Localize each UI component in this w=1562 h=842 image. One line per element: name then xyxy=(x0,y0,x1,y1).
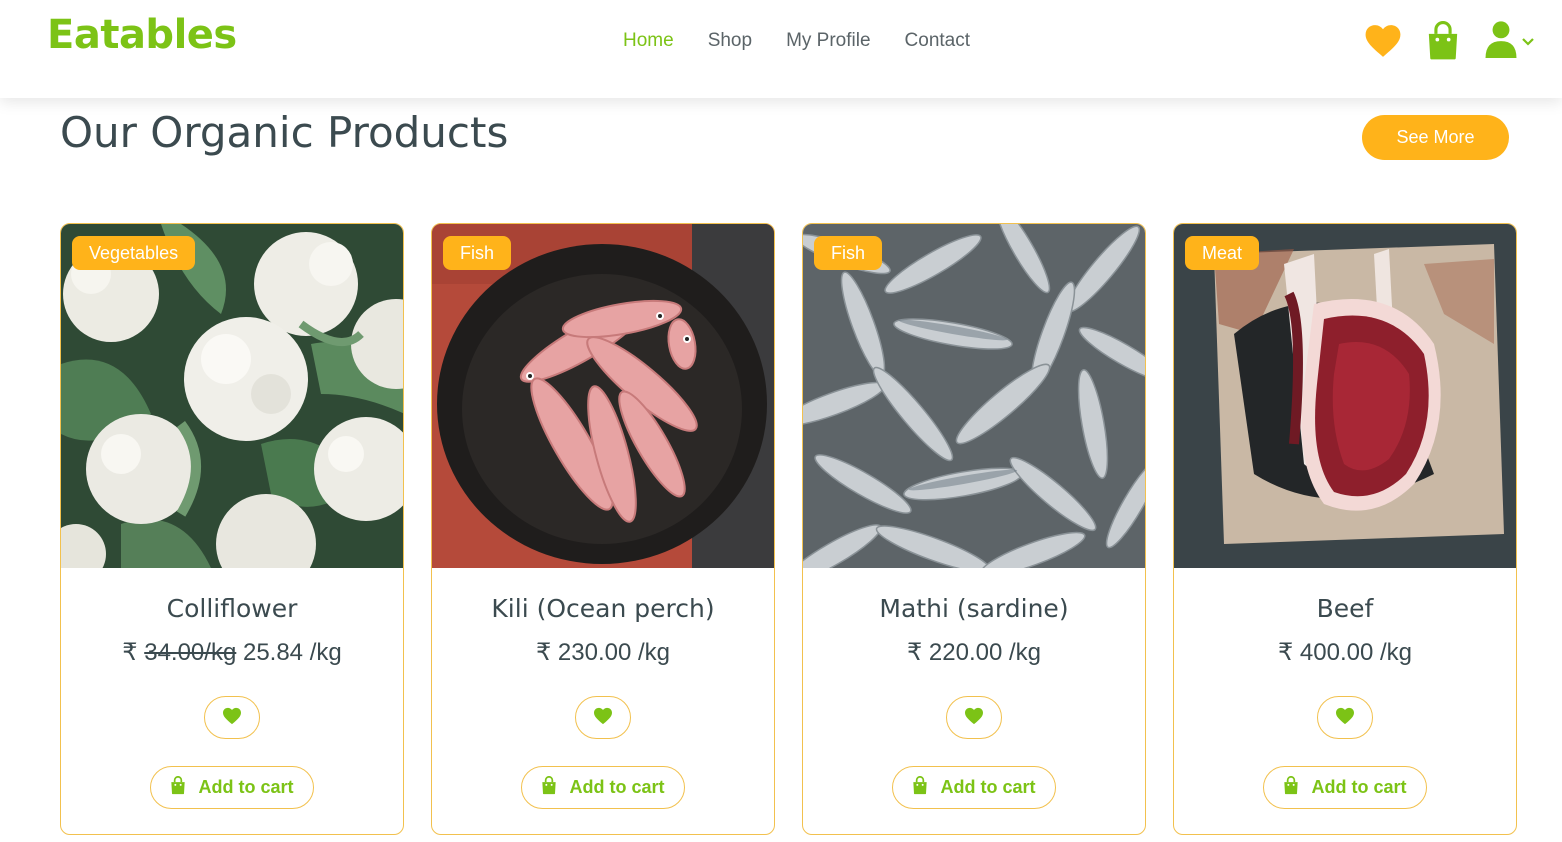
nav-my-profile[interactable]: My Profile xyxy=(786,30,870,52)
shopping-bag-icon xyxy=(912,775,928,800)
product-image[interactable]: Fish xyxy=(803,224,1145,568)
heart-icon[interactable] xyxy=(1364,23,1402,59)
product-card[interactable]: Fish Kili (Ocean perch) ₹ 230.00 /kg Add… xyxy=(431,223,775,835)
shopping-bag-icon xyxy=(541,775,557,800)
sale-price: 230.00 /kg xyxy=(557,639,671,666)
wishlist-button[interactable] xyxy=(204,696,260,739)
currency-symbol: ₹ xyxy=(122,639,138,666)
add-to-cart-button[interactable]: Add to cart xyxy=(1263,766,1427,809)
category-badge: Fish xyxy=(814,236,883,270)
main-nav: Home Shop My Profile Contact xyxy=(623,30,970,52)
wishlist-button[interactable] xyxy=(1317,696,1373,739)
shopping-bag-icon xyxy=(170,775,186,800)
shopping-bag-icon xyxy=(1283,775,1299,800)
add-to-cart-label: Add to cart xyxy=(198,777,294,797)
currency-symbol: ₹ xyxy=(906,639,923,666)
category-badge: Vegetables xyxy=(72,236,196,270)
product-name: Beef xyxy=(1316,594,1374,623)
sale-price: 25.84 /kg xyxy=(242,639,342,666)
brand-logo[interactable]: Eatables xyxy=(47,12,237,58)
wishlist-button[interactable] xyxy=(946,696,1002,739)
heart-icon xyxy=(222,707,242,729)
section-title: Our Organic Products xyxy=(60,108,509,157)
sale-price: 400.00 /kg xyxy=(1299,639,1413,666)
add-to-cart-label: Add to cart xyxy=(940,777,1036,797)
nav-home[interactable]: Home xyxy=(623,30,674,52)
shopping-bag-icon[interactable] xyxy=(1426,21,1460,61)
product-name: Mathi (sardine) xyxy=(879,594,1069,623)
product-grid: Vegetables Colliflower ₹ 34.00/kg 25.84 … xyxy=(60,223,1517,835)
product-price: ₹ 220.00 /kg xyxy=(803,638,1145,667)
product-price: ₹ 400.00 /kg xyxy=(1174,638,1516,667)
see-more-button[interactable]: See More xyxy=(1362,115,1509,160)
original-price: 34.00/kg xyxy=(144,639,237,666)
product-image[interactable]: Fish xyxy=(432,224,774,568)
add-to-cart-label: Add to cart xyxy=(1311,777,1407,797)
product-name: Kili (Ocean perch) xyxy=(491,594,715,623)
add-to-cart-button[interactable]: Add to cart xyxy=(892,766,1056,809)
add-to-cart-button[interactable]: Add to cart xyxy=(521,766,685,809)
heart-icon xyxy=(1335,707,1355,729)
category-badge: Meat xyxy=(1185,236,1260,270)
product-card[interactable]: Fish Mathi (sardine) ₹ 220.00 /kg Add to… xyxy=(802,223,1146,835)
heart-icon xyxy=(593,707,613,729)
sale-price: 220.00 /kg xyxy=(928,639,1042,666)
user-menu[interactable] xyxy=(1484,20,1534,62)
wishlist-button[interactable] xyxy=(575,696,631,739)
currency-symbol: ₹ xyxy=(535,639,552,666)
product-name: Colliflower xyxy=(166,594,298,623)
nav-contact[interactable]: Contact xyxy=(905,30,970,52)
product-image[interactable]: Meat xyxy=(1174,224,1516,568)
add-to-cart-button[interactable]: Add to cart xyxy=(150,766,314,809)
product-price: ₹ 34.00/kg 25.84 /kg xyxy=(61,638,403,667)
product-card[interactable]: Meat Beef ₹ 400.00 /kg Add to cart xyxy=(1173,223,1517,835)
product-image[interactable]: Vegetables xyxy=(61,224,403,568)
user-icon xyxy=(1484,20,1518,62)
heart-icon xyxy=(964,707,984,729)
category-badge: Fish xyxy=(443,236,512,270)
nav-shop[interactable]: Shop xyxy=(708,30,752,52)
site-header: Eatables Home Shop My Profile Contact xyxy=(0,0,1562,98)
currency-symbol: ₹ xyxy=(1277,639,1294,666)
header-actions xyxy=(1364,20,1534,62)
chevron-down-icon xyxy=(1522,32,1534,51)
product-card[interactable]: Vegetables Colliflower ₹ 34.00/kg 25.84 … xyxy=(60,223,404,835)
add-to-cart-label: Add to cart xyxy=(569,777,665,797)
product-price: ₹ 230.00 /kg xyxy=(432,638,774,667)
